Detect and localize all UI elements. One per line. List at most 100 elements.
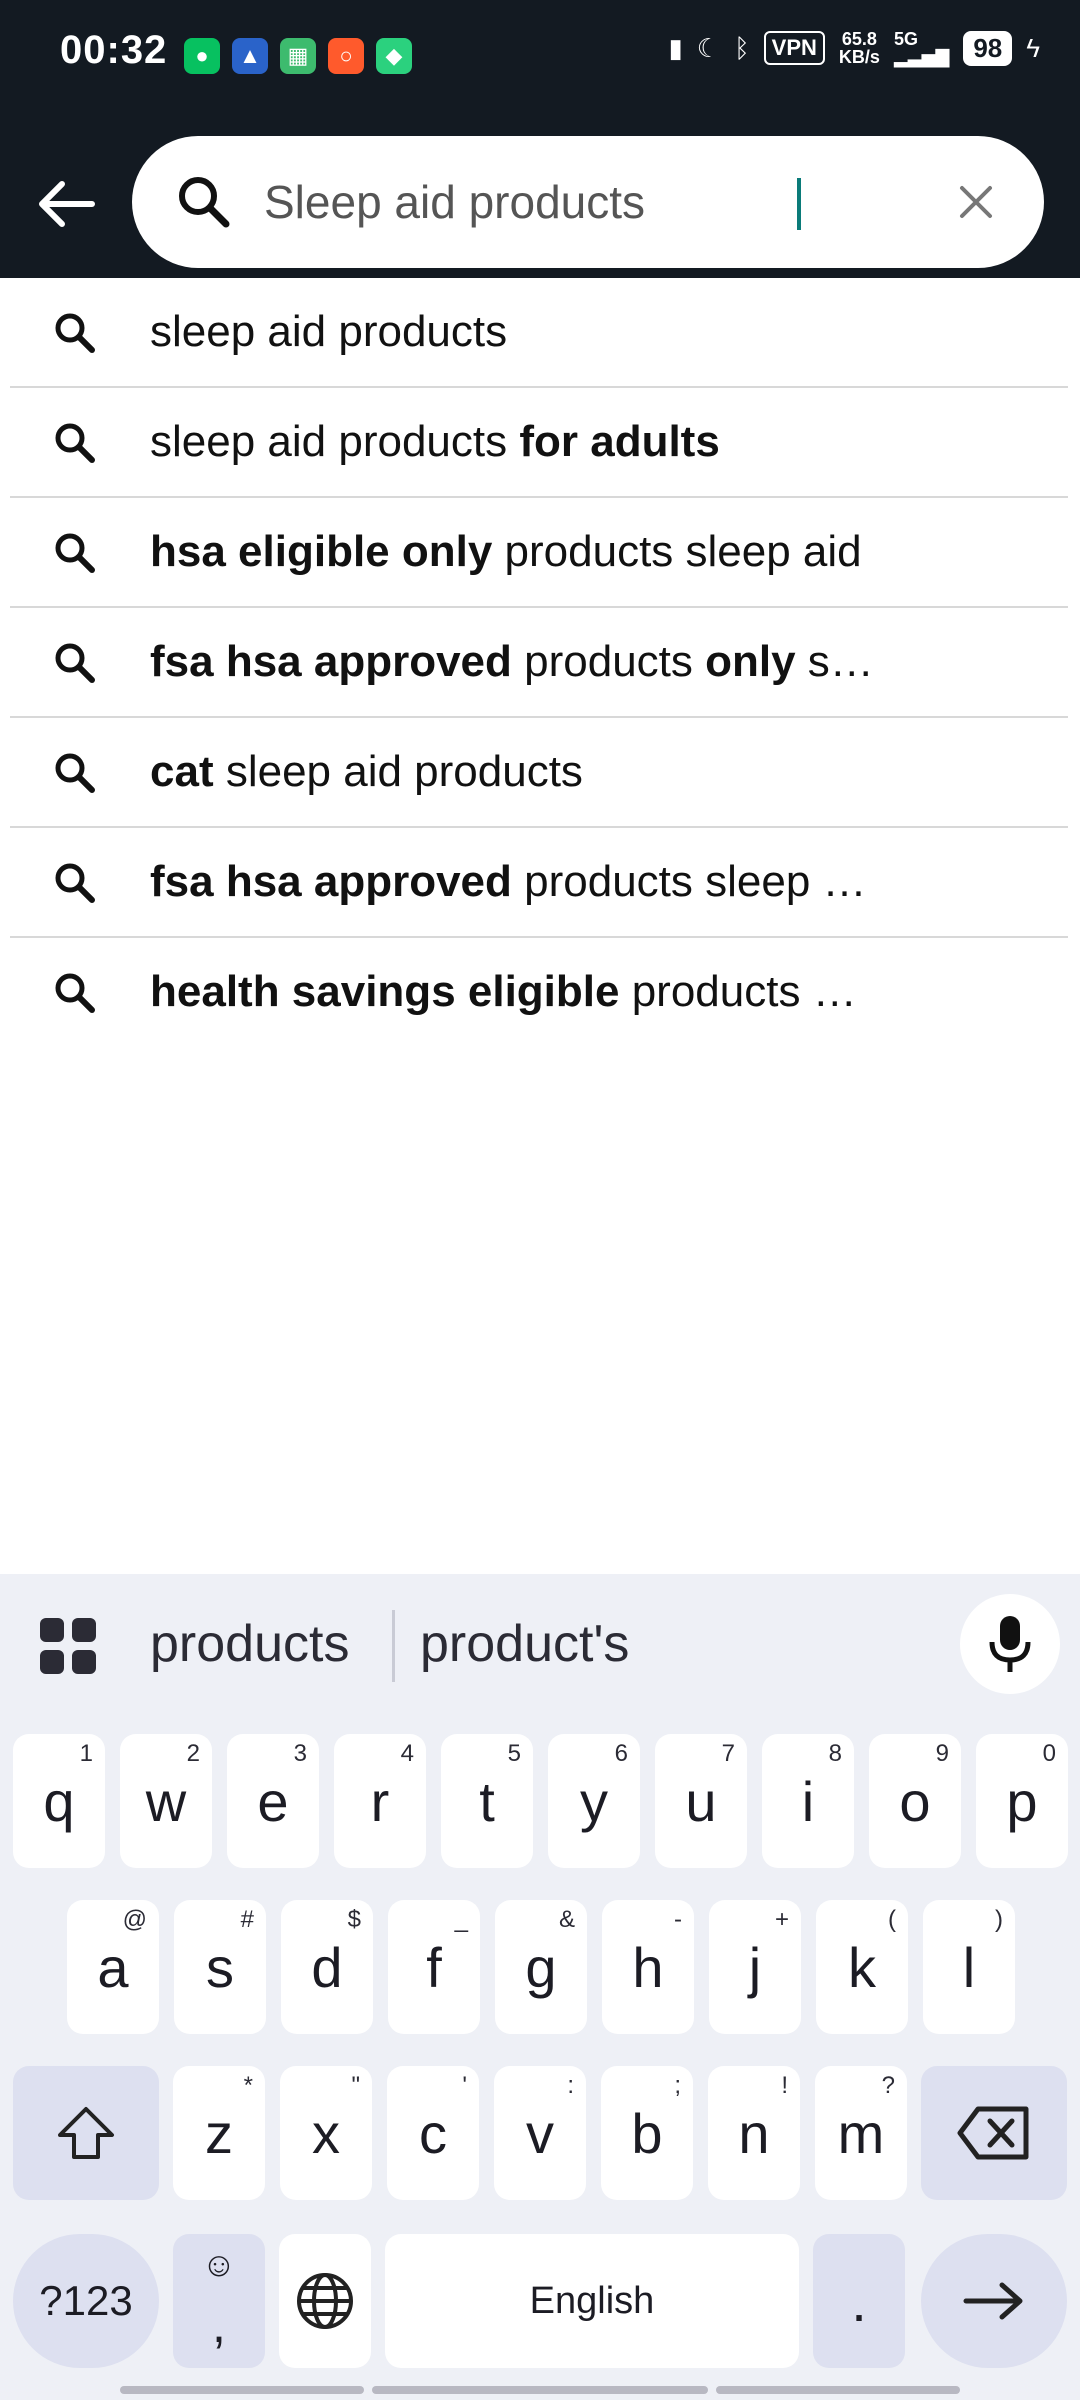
emoji-icon: ☺ [201,2246,237,2284]
key-label: y [580,1769,608,1833]
period-key[interactable]: . [813,2234,905,2368]
key-label: e [257,1769,289,1833]
key-hint: @ [122,1906,147,1933]
moon-icon: ☾ [696,32,721,63]
key-q[interactable]: q1 [13,1734,105,1868]
key-g[interactable]: g & [495,1900,587,2034]
key-n[interactable]: n! [708,2066,800,2200]
key-hint: 5 [507,1740,521,1767]
key-z[interactable]: z * [173,2066,265,2200]
suggestion-highlight: for adults [519,417,720,466]
shift-key[interactable] [13,2066,159,2200]
key-hint: $ [347,1906,361,1933]
clear-search-button[interactable] [950,176,1002,228]
key-label: j [748,1935,762,1999]
search-icon [179,177,230,228]
key-hint: : [567,2072,574,2099]
key-hint: - [674,1906,682,1933]
suggestion-item[interactable]: fsa hsa approved products only s… [10,608,1068,718]
key-s[interactable]: s # [174,1900,266,2034]
suggestion-item[interactable]: fsa hsa approved products sleep … [10,828,1068,938]
key-p[interactable]: p0 [976,1734,1068,1868]
suggestion-item[interactable]: sleep aid products [10,278,1068,388]
key-i[interactable]: i8 [762,1734,854,1868]
suggestion-item[interactable]: sleep aid products for adults [10,388,1068,498]
key-o[interactable]: o9 [869,1734,961,1868]
keyboard-suggestion-strip: products product's [0,1574,1080,1722]
key-x[interactable]: x " [280,2066,372,2200]
key-b[interactable]: b; [601,2066,693,2200]
search-bar[interactable] [132,136,1044,268]
enter-key[interactable] [921,2234,1067,2368]
key-label: u [685,1769,717,1833]
key-f[interactable]: f _ [388,1900,480,2034]
back-button[interactable] [30,168,102,240]
status-bar: 00:32 ● ▲ ▦ ○ ◆ ▮ ☾ ᛒ VPN 65.8 KB/s 5G ▂▃… [0,0,1080,112]
key-r[interactable]: r4 [334,1734,426,1868]
text-cursor [797,178,801,230]
calendar-app-icon: ▦ [280,38,316,74]
backspace-key[interactable] [921,2066,1067,2200]
key-label: v [526,2101,554,2165]
key-j[interactable]: j + [709,1900,801,2034]
signal-icon: 5G ▂▃▅▇ [893,29,950,67]
key-w[interactable]: w2 [120,1734,212,1868]
voice-input-button[interactable] [960,1594,1060,1694]
search-icon [52,860,96,904]
key-m[interactable]: m? [815,2066,907,2200]
wechat-icon: ● [184,38,220,74]
ring-app-icon: ○ [328,38,364,74]
space-key[interactable]: English [385,2234,799,2368]
key-hint: 4 [400,1740,414,1767]
suggestion-item[interactable]: hsa eligible only products sleep aid [10,498,1068,608]
suggestion-segment: products sleep … [511,857,867,906]
word-suggestion[interactable]: product's [420,1614,629,1674]
comma-emoji-key[interactable]: ☺, [173,2234,265,2368]
symbols-key[interactable]: ?123 [13,2234,159,2368]
top-bar: 00:32 ● ▲ ▦ ○ ◆ ▮ ☾ ᛒ VPN 65.8 KB/s 5G ▂▃… [0,0,1080,278]
key-label: z [205,2101,233,2165]
key-l[interactable]: l) [923,1900,1015,2034]
key-label: b [631,2101,663,2165]
vpn-badge: VPN [763,31,825,65]
key-hint: 3 [293,1740,307,1767]
search-input[interactable] [264,166,904,238]
key-k[interactable]: k( [816,1900,908,2034]
language-key[interactable] [279,2234,371,2368]
word-suggestion[interactable]: products [150,1614,349,1674]
key-hint: 9 [935,1740,949,1767]
key-label: c [419,2101,447,2165]
key-hint: * [243,2072,253,2099]
key-c[interactable]: c ' [387,2066,479,2200]
key-label: f [426,1935,442,1999]
key-t[interactable]: t5 [441,1734,533,1868]
suggestion-segment: sleep aid products [213,747,583,796]
key-v[interactable]: v: [494,2066,586,2200]
key-hint: & [558,1906,575,1933]
key-e[interactable]: e3 [227,1734,319,1868]
suggestion-item[interactable]: cat sleep aid products [10,718,1068,828]
microphone-icon [989,1616,1031,1672]
globe-icon [297,2273,353,2329]
key-hint: 0 [1042,1740,1056,1767]
key-hint: 7 [721,1740,735,1767]
key-u[interactable]: u7 [655,1734,747,1868]
key-a[interactable]: a @ [67,1900,159,2034]
suggestion-text: fsa hsa approved products only s… [150,637,970,687]
key-y[interactable]: y6 [548,1734,640,1868]
key-hint: 1 [79,1740,93,1767]
suggestion-item[interactable]: health savings eligible products … [10,938,1068,1046]
key-h[interactable]: h- [602,1900,694,2034]
network-speed: 65.8 KB/s [838,29,880,67]
search-icon [52,420,96,464]
key-d[interactable]: d $ [281,1900,373,2034]
key-hint: 2 [186,1740,200,1767]
suggestion-list: sleep aid products sleep aid products for… [10,278,1068,1046]
suggestion-highlight: cat [150,747,214,796]
suggestion-text: fsa hsa approved products sleep … [150,857,970,907]
search-icon [52,310,96,354]
suggestion-text: sleep aid products [150,307,970,357]
apps-grid-button[interactable] [38,1616,98,1676]
key-label: , [212,2297,226,2353]
suggestion-text: hsa eligible only products sleep aid [150,527,970,577]
